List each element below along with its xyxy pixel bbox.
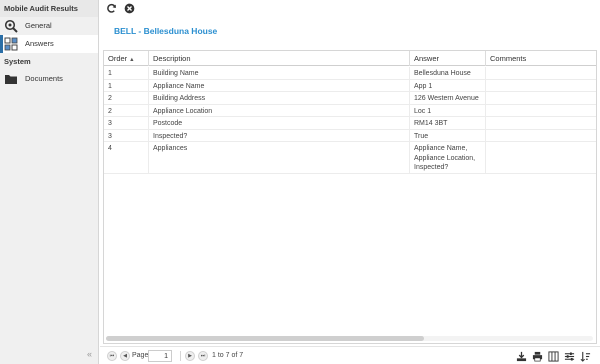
- column-header-label: Order: [108, 54, 128, 63]
- cell-answer: Bellesduna House: [410, 67, 486, 79]
- cell-order: 1: [104, 67, 149, 79]
- sidebar-item-answers[interactable]: Answers: [0, 35, 98, 53]
- sidebar-item-label: Documents: [25, 74, 63, 83]
- column-header-description[interactable]: Description: [149, 51, 410, 66]
- sidebar-section-system: System: [0, 53, 98, 70]
- page-label: Page: [132, 352, 149, 359]
- cell-description: Postcode: [149, 117, 410, 129]
- table-row[interactable]: 2 Building Address 126 Western Avenue: [104, 92, 596, 105]
- first-page-button[interactable]: ⏮: [107, 351, 117, 361]
- sidebar: Mobile Audit Results General Answers Sys…: [0, 0, 99, 364]
- cell-description: Inspected?: [149, 129, 410, 141]
- column-header-order[interactable]: Order ▲: [104, 51, 149, 66]
- cell-comments: [486, 80, 598, 92]
- cell-order: 4: [104, 142, 149, 173]
- table-row[interactable]: 1 Appliance Name App 1: [104, 79, 598, 92]
- cell-comments: [486, 105, 598, 117]
- collapse-sidebar-button[interactable]: «: [87, 349, 92, 359]
- table-row[interactable]: 4 Appliances Appliance Name, Appliance L…: [104, 142, 596, 174]
- column-header-answer[interactable]: Answer: [410, 51, 486, 66]
- grid-header: Order ▲ Description Answer Comments: [104, 51, 596, 66]
- main-panel: BELL - Bellesduna House Order ▲ Descripti…: [100, 0, 600, 364]
- sidebar-section-mobile-audit-results: Mobile Audit Results: [0, 0, 98, 17]
- scrollbar-thumb[interactable]: [106, 336, 424, 341]
- cell-answer: 126 Western Avenue: [410, 92, 486, 104]
- cell-comments: [486, 67, 598, 79]
- cell-order: 3: [104, 117, 149, 129]
- sort-ascending-icon: ▲: [129, 57, 135, 63]
- cell-order: 3: [104, 129, 149, 141]
- page-title: BELL - Bellesduna House: [114, 26, 218, 36]
- next-page-button[interactable]: ▶: [185, 351, 195, 361]
- cell-answer: App 1: [410, 79, 486, 91]
- cell-answer: Loc 1: [410, 104, 486, 116]
- magnifier-icon: [4, 19, 18, 33]
- cell-comments: [486, 92, 598, 104]
- export-icon[interactable]: [516, 351, 527, 362]
- cell-description: Appliance Name: [149, 79, 410, 91]
- filter-settings-icon[interactable]: [564, 351, 575, 362]
- prev-page-button[interactable]: ◀: [120, 351, 130, 361]
- table-row[interactable]: 3 Inspected? True: [104, 129, 598, 142]
- cell-answer: Appliance Name, Appliance Location, Insp…: [410, 142, 486, 173]
- cell-order: 2: [104, 104, 149, 116]
- column-header-comments[interactable]: Comments: [486, 51, 598, 66]
- cell-answer: True: [410, 129, 486, 141]
- last-page-button[interactable]: ⏭: [198, 351, 208, 361]
- cell-order: 1: [104, 79, 149, 91]
- answers-grid: Order ▲ Description Answer Comments 1 Bui…: [103, 50, 597, 344]
- answers-icon: [4, 37, 18, 51]
- cell-comments: [486, 142, 598, 173]
- sidebar-item-label: General: [25, 21, 52, 30]
- sidebar-item-documents[interactable]: Documents: [0, 70, 98, 88]
- print-icon[interactable]: [532, 351, 543, 362]
- cell-description: Building Address: [149, 92, 410, 104]
- cell-comments: [486, 130, 598, 142]
- sort-icon[interactable]: [580, 351, 591, 362]
- table-row[interactable]: 3 Postcode RM14 3BT: [104, 117, 596, 130]
- toolbar: [106, 3, 140, 15]
- pager: ⏮ ◀ Page ▶ ⏭ 1 to 7 of 7: [100, 346, 600, 364]
- table-row[interactable]: 1 Building Name Bellesduna House: [104, 67, 596, 80]
- folder-icon: [5, 75, 17, 84]
- close-icon[interactable]: [124, 3, 135, 14]
- cell-description: Appliances: [149, 142, 410, 173]
- sidebar-item-general[interactable]: General: [0, 17, 98, 35]
- grid-body: 1 Building Name Bellesduna House 1 Appli…: [104, 67, 596, 174]
- table-row[interactable]: 2 Appliance Location Loc 1: [104, 104, 598, 117]
- sidebar-item-label: Answers: [25, 39, 54, 48]
- cell-description: Appliance Location: [149, 104, 410, 116]
- page-summary: 1 to 7 of 7: [212, 352, 244, 359]
- cell-order: 2: [104, 92, 149, 104]
- refresh-icon[interactable]: [106, 3, 117, 14]
- cell-comments: [486, 117, 598, 129]
- pager-divider: [180, 351, 181, 361]
- cell-answer: RM14 3BT: [410, 117, 486, 129]
- page-number-input[interactable]: [148, 350, 172, 362]
- horizontal-scrollbar[interactable]: [106, 336, 593, 341]
- columns-icon[interactable]: [548, 351, 559, 362]
- cell-description: Building Name: [149, 67, 410, 79]
